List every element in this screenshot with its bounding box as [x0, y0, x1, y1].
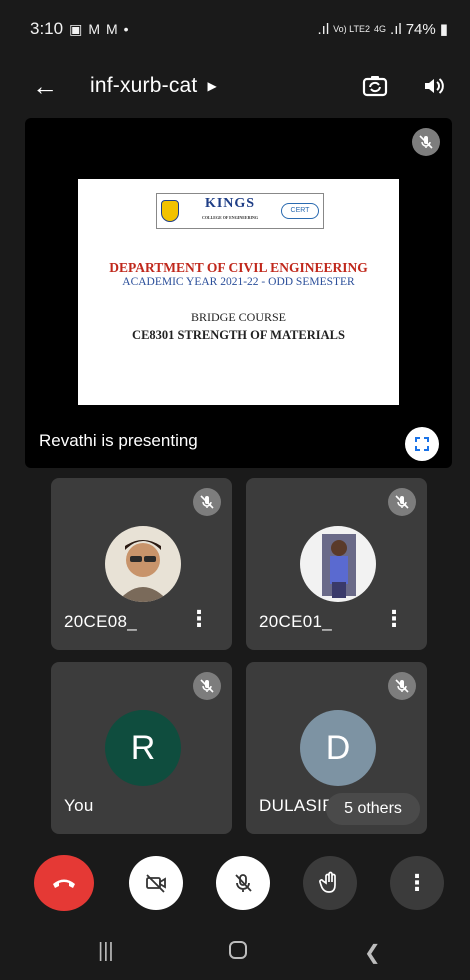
- participant-photo-avatar: [300, 526, 376, 602]
- slide-academic-year: ACADEMIC YEAR 2021-22 - ODD SEMESTER: [122, 276, 355, 288]
- slide-course-name: CE8301 STRENGTH OF MATERIALS: [132, 328, 345, 342]
- back-arrow-icon[interactable]: ←: [32, 71, 72, 102]
- switch-camera-icon[interactable]: [362, 73, 388, 99]
- call-controls: ⋮: [0, 855, 470, 912]
- signal-icon: .ıl: [317, 20, 330, 38]
- certification-badge: CERT: [281, 203, 319, 219]
- camera-off-icon: [146, 874, 166, 893]
- participant-initial-avatar: R: [105, 710, 181, 786]
- system-navigation-bar: ||| ❮: [0, 930, 470, 980]
- status-time: 3:10: [30, 19, 64, 38]
- participant-muted-icon: [193, 672, 221, 700]
- meeting-app-bar: ← inf-xurb-cat ▶: [0, 58, 470, 114]
- more-notifications-dot: •: [123, 21, 129, 37]
- participant-tile[interactable]: 20CE08_ ⋮: [51, 478, 232, 650]
- meeting-details-caret-icon[interactable]: ▶: [207, 79, 216, 93]
- status-bar: 3:10 ▣ M M • .ıl Vo) LTE2 4G .ıl 74% ▮: [0, 0, 470, 58]
- participant-more-options-icon[interactable]: ⋮: [383, 608, 405, 630]
- presentation-tile[interactable]: KINGS COLLEGE OF ENGINEERING CERT DEPART…: [25, 118, 452, 468]
- others-count-pill[interactable]: 5 others: [326, 793, 420, 825]
- participant-more-options-icon[interactable]: ⋮: [188, 608, 210, 630]
- presenting-label: Revathi is presenting: [39, 431, 198, 450]
- microphone-off-button[interactable]: [216, 856, 270, 910]
- participant-muted-icon: [388, 488, 416, 516]
- nav-back-icon[interactable]: ❮: [364, 940, 381, 965]
- gmail-notification-icon: M: [88, 21, 100, 37]
- participant-initial-avatar: D: [300, 710, 376, 786]
- microphone-off-icon: [235, 874, 252, 892]
- signal-icon-2: .ıl: [390, 20, 402, 38]
- college-logo-text: KINGS COLLEGE OF ENGINEERING: [201, 196, 259, 221]
- gmail-notification-icon-2: M: [106, 21, 118, 37]
- participant-name: DULASIR: [259, 796, 335, 815]
- college-seal-icon: [161, 200, 179, 222]
- participant-muted-icon: [193, 488, 221, 516]
- fullscreen-icon[interactable]: [405, 427, 439, 461]
- battery-icon: ▮: [439, 21, 448, 38]
- slide-course-type: BRIDGE COURSE: [190, 310, 286, 324]
- volte-indicator: Vo) LTE2: [333, 23, 371, 34]
- college-logo-strip: KINGS COLLEGE OF ENGINEERING CERT: [156, 193, 324, 229]
- network-gen-indicator: 4G: [374, 23, 387, 34]
- participant-muted-icon: [388, 672, 416, 700]
- shared-slide: KINGS COLLEGE OF ENGINEERING CERT DEPART…: [78, 179, 399, 405]
- more-vert-icon: ⋮: [406, 870, 428, 895]
- recent-apps-icon[interactable]: |||: [98, 940, 114, 963]
- meeting-code-title[interactable]: inf-xurb-cat: [90, 74, 197, 98]
- participant-photo-avatar: [105, 526, 181, 602]
- raise-hand-icon: [319, 871, 336, 893]
- participant-name: You: [64, 796, 94, 815]
- raise-hand-button[interactable]: [303, 856, 357, 910]
- speaker-icon[interactable]: [422, 74, 446, 98]
- gallery-notification-icon: ▣: [69, 20, 83, 37]
- battery-percent: 74%: [405, 20, 436, 38]
- participant-tile-self[interactable]: R You: [51, 662, 232, 834]
- slide-department: DEPARTMENT OF CIVIL ENGINEERING: [109, 260, 368, 275]
- participant-name: 20CE08_: [64, 612, 137, 631]
- presenter-muted-icon: [412, 128, 440, 156]
- more-options-button[interactable]: ⋮: [390, 856, 444, 910]
- participant-tile[interactable]: 20CE01_ ⋮: [246, 478, 427, 650]
- home-icon[interactable]: [228, 940, 248, 966]
- camera-off-button[interactable]: [129, 856, 183, 910]
- participant-name: 20CE01_: [259, 612, 332, 631]
- end-call-button[interactable]: [34, 855, 94, 911]
